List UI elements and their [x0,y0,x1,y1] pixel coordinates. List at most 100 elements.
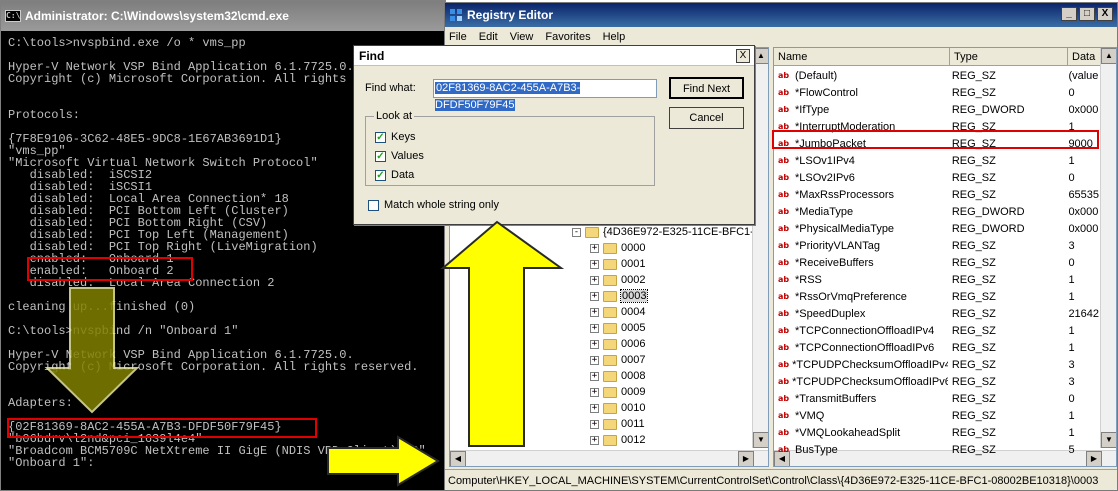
regedit-title: Registry Editor [467,8,554,22]
tree-item-0001[interactable]: +0001 [590,256,645,272]
folder-icon [603,370,617,382]
match-whole-checkbox[interactable] [368,199,379,211]
expand-icon[interactable]: + [590,387,599,397]
tree-item-0012[interactable]: +0012 [590,432,645,448]
expand-icon[interactable]: + [590,243,599,253]
expand-icon[interactable]: + [590,291,599,301]
expand-icon[interactable]: + [590,435,599,445]
maximize-button[interactable]: □ [1079,7,1095,21]
minimize-button[interactable]: _ [1061,7,1077,21]
menu-file[interactable]: File [449,31,467,43]
value-row[interactable]: ab *TCPConnectionOffloadIPv4 REG_SZ 1 [774,322,1104,339]
menu-help[interactable]: Help [603,31,626,43]
value-row[interactable]: ab *LSOv1IPv4 REG_SZ 1 [774,152,1104,169]
value-row[interactable]: ab *RssOrVmqPreference REG_SZ 1 [774,288,1104,305]
expand-icon[interactable]: + [590,323,599,333]
tree-item-0007[interactable]: +0007 [590,352,645,368]
menu-favorites[interactable]: Favorites [545,31,590,43]
tree-item-0002[interactable]: +0002 [590,272,645,288]
value-name-cell: ab *TransmitBuffers [774,393,948,405]
value-type: REG_SZ [951,409,996,422]
value-row[interactable]: ab *ReceiveBuffers REG_SZ 0 [774,254,1104,271]
expand-icon[interactable]: + [590,403,599,413]
menu-view[interactable]: View [510,31,534,43]
values-checkbox-row[interactable]: ✓ Values [375,150,424,162]
value-row[interactable]: ab *InterruptModeration REG_SZ 1 [774,118,1104,135]
expand-icon[interactable]: + [590,275,599,285]
value-name: *VMQ [795,409,825,422]
value-row[interactable]: ab *RSS REG_SZ 1 [774,271,1104,288]
scroll-right-icon[interactable]: ▶ [738,451,754,466]
keys-checkbox-row[interactable]: ✓ Keys [375,131,415,143]
collapse-icon[interactable]: - [572,227,581,237]
scroll-up-icon[interactable]: ▲ [1101,48,1116,64]
value-row[interactable]: ab *TCPUDPChecksumOffloadIPv6 REG_SZ 3 [774,373,1104,390]
tree-item-0000[interactable]: +0000 [590,240,645,256]
data-checkbox[interactable]: ✓ [375,169,386,181]
find-next-button[interactable]: Find Next [669,77,744,99]
tree-item-0005[interactable]: +0005 [590,320,645,336]
string-value-icon: ab [778,410,790,420]
value-name: *TCPUDPChecksumOffloadIPv4 [792,358,948,371]
value-row[interactable]: ab *TransmitBuffers REG_SZ 0 [774,390,1104,407]
value-name: *TCPUDPChecksumOffloadIPv6 [792,375,948,388]
expand-icon[interactable]: + [590,339,599,349]
value-row[interactable]: ab *SpeedDuplex REG_SZ 21642 [774,305,1104,322]
value-row[interactable]: ab *PriorityVLANTag REG_SZ 3 [774,237,1104,254]
value-row[interactable]: ab *VMQ REG_SZ 1 [774,407,1104,424]
value-row[interactable]: ab *IfType REG_DWORD 0x000 [774,101,1104,118]
scroll-left-icon[interactable]: ◀ [450,451,466,466]
regedit-titlebar[interactable]: Registry Editor _ □ X [445,3,1117,27]
value-name: *InterruptModeration [795,120,896,133]
expand-icon[interactable]: + [590,355,599,365]
cmd-line [8,373,445,385]
string-value-icon: ab [778,206,790,216]
match-whole-row[interactable]: Match whole string only [368,199,499,211]
value-row[interactable]: ab *VMQLookaheadSplit REG_SZ 1 [774,424,1104,441]
tree-item-0006[interactable]: +0006 [590,336,645,352]
expand-icon[interactable]: + [590,419,599,429]
value-row[interactable]: ab *TCPConnectionOffloadIPv6 REG_SZ 1 [774,339,1104,356]
close-button[interactable]: X [1097,7,1113,21]
cmd-titlebar[interactable]: C:\ Administrator: C:\Windows\system32\c… [1,1,445,31]
cancel-button[interactable]: Cancel [669,107,744,129]
string-value-icon: ab [778,189,790,199]
find-what-input[interactable]: 02F81369-8AC2-455A-A7B3-DFDF50F79F45 [433,79,657,111]
tree-item-0003[interactable]: +0003 [590,288,649,304]
value-row[interactable]: ab *PhysicalMediaType REG_DWORD 0x000 [774,220,1104,237]
value-row[interactable]: ab *MaxRssProcessors REG_SZ 65535 [774,186,1104,203]
expand-icon[interactable]: + [590,371,599,381]
tree-item-0009[interactable]: +0009 [590,384,645,400]
keys-checkbox[interactable]: ✓ [375,131,386,143]
value-row[interactable]: ab *JumboPacket REG_SZ 9000 [774,135,1104,152]
tree-item-0008[interactable]: +0008 [590,368,645,384]
tree-item-0011[interactable]: +0011 [590,416,645,432]
tree-item-0004[interactable]: +0004 [590,304,645,320]
tree-item-class-guid[interactable]: - {4D36E972-E325-11CE-BFC1- [572,224,754,240]
value-data: 1 [1068,324,1075,337]
value-row[interactable]: ab *MediaType REG_DWORD 0x000 [774,203,1104,220]
expand-icon[interactable]: + [590,259,599,269]
menu-edit[interactable]: Edit [479,31,498,43]
scroll-up-icon[interactable]: ▲ [753,48,768,64]
string-value-icon: ab [778,444,790,454]
scroll-down-icon[interactable]: ▼ [753,432,768,448]
value-row[interactable]: ab *LSOv2IPv6 REG_SZ 0 [774,169,1104,186]
value-row[interactable]: ab BusType REG_SZ 5 [774,441,1104,458]
value-row[interactable]: ab (Default) REG_SZ (value [774,67,1104,84]
value-row[interactable]: ab *TCPUDPChecksumOffloadIPv4 REG_SZ 3 [774,356,1104,373]
find-dialog-title[interactable]: Find [354,46,754,66]
find-what-label: Find what: [365,82,416,94]
values-checkbox[interactable]: ✓ [375,150,386,162]
data-checkbox-row[interactable]: ✓ Data [375,169,414,181]
tree-horizontal-scrollbar[interactable]: ◀ ▶ [450,450,768,466]
value-row[interactable]: ab *FlowControl REG_SZ 0 [774,84,1104,101]
tree-item-0010[interactable]: +0010 [590,400,645,416]
value-data: 0x000 [1068,205,1099,218]
expand-icon[interactable]: + [590,307,599,317]
column-header-type[interactable]: Type [950,48,1068,65]
column-header-name[interactable]: Name [774,48,950,65]
values-list-pane[interactable]: Name Type Data ▲ ▼ ◀ ▶ ab (Default) REG_SZ… [773,47,1117,467]
close-icon[interactable]: X [736,49,750,63]
folder-icon [603,290,617,302]
